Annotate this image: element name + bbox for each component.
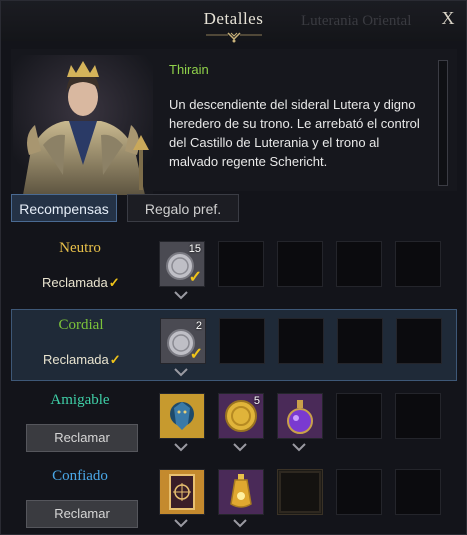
empty-reward-slot	[395, 393, 441, 439]
check-icon: ✓	[109, 352, 121, 367]
locked-slot-icon	[279, 471, 321, 513]
empty-reward-slot	[277, 241, 323, 287]
empty-reward-slot	[336, 469, 382, 515]
tier-name: Amigable	[50, 392, 110, 408]
gold-elixir-icon	[219, 470, 263, 514]
tier-name: Neutro	[59, 240, 101, 256]
purple-potion-icon	[278, 394, 322, 438]
title-ornament-icon	[206, 32, 262, 43]
claim-button[interactable]: Reclamar	[26, 500, 138, 528]
chevron-down-icon	[174, 291, 188, 300]
chevron-down-icon	[292, 443, 306, 452]
chevron-down-icon	[233, 519, 247, 528]
tier-row-neutro: Neutro Reclamada✓ 15 ✓	[11, 233, 457, 305]
chevron-down-icon	[174, 443, 188, 452]
card-icon	[160, 470, 204, 514]
tier-name: Cordial	[58, 317, 104, 333]
reward-slot[interactable]: 15 ✓	[159, 241, 205, 287]
reward-slot[interactable]: 5	[218, 393, 264, 439]
npc-description: Un descendiente del sideral Lutera y dig…	[169, 97, 420, 169]
empty-reward-slot	[219, 318, 265, 364]
reward-slot[interactable]	[218, 469, 264, 515]
empty-reward-slot	[218, 241, 264, 287]
empty-reward-slot	[396, 318, 442, 364]
empty-reward-slot	[395, 241, 441, 287]
npc-name: Thirain	[169, 62, 209, 77]
reward-slot[interactable]	[159, 393, 205, 439]
details-window: Luterania Oriental Detalles X Thirain Un…	[0, 0, 467, 535]
empty-reward-slot	[337, 318, 383, 364]
tier-row-amigable: Amigable Reclamar 5	[11, 385, 457, 457]
item-count: 2	[195, 320, 202, 332]
reward-slot[interactable]	[277, 469, 323, 515]
npc-portrait	[13, 55, 153, 195]
chevron-down-icon	[233, 443, 247, 452]
claim-button[interactable]: Reclamar	[26, 424, 138, 452]
tab-recompensas[interactable]: Recompensas	[11, 194, 117, 222]
tier-row-confiado: Confiado Reclamar	[11, 461, 457, 533]
reward-slot[interactable]: 2 ✓	[160, 318, 206, 364]
chevron-down-icon	[174, 519, 188, 528]
tier-row-cordial[interactable]: Cordial Reclamada✓ 2 ✓	[11, 309, 457, 381]
chevron-down-icon	[174, 368, 188, 377]
empty-reward-slot	[336, 393, 382, 439]
claimed-status: Reclamada✓	[43, 352, 121, 367]
item-count: 15	[188, 243, 201, 255]
empty-reward-slot	[278, 318, 324, 364]
tab-regalo-pref[interactable]: Regalo pref.	[127, 194, 239, 222]
check-icon: ✓	[188, 269, 202, 286]
empty-reward-slot	[395, 469, 441, 515]
description-scrollbar[interactable]	[438, 60, 448, 186]
reward-slot[interactable]	[277, 393, 323, 439]
tier-name: Confiado	[52, 468, 108, 484]
empty-reward-slot	[336, 241, 382, 287]
window-title: Detalles	[203, 9, 264, 28]
title-bar: Luterania Oriental Detalles X	[1, 1, 466, 43]
reward-slot[interactable]	[159, 469, 205, 515]
claimed-status: Reclamada✓	[42, 275, 120, 290]
check-icon: ✓	[189, 346, 203, 363]
close-button[interactable]: X	[438, 7, 458, 29]
check-icon: ✓	[108, 275, 120, 290]
lion-crest-icon	[160, 394, 204, 438]
item-count: 5	[253, 395, 260, 407]
